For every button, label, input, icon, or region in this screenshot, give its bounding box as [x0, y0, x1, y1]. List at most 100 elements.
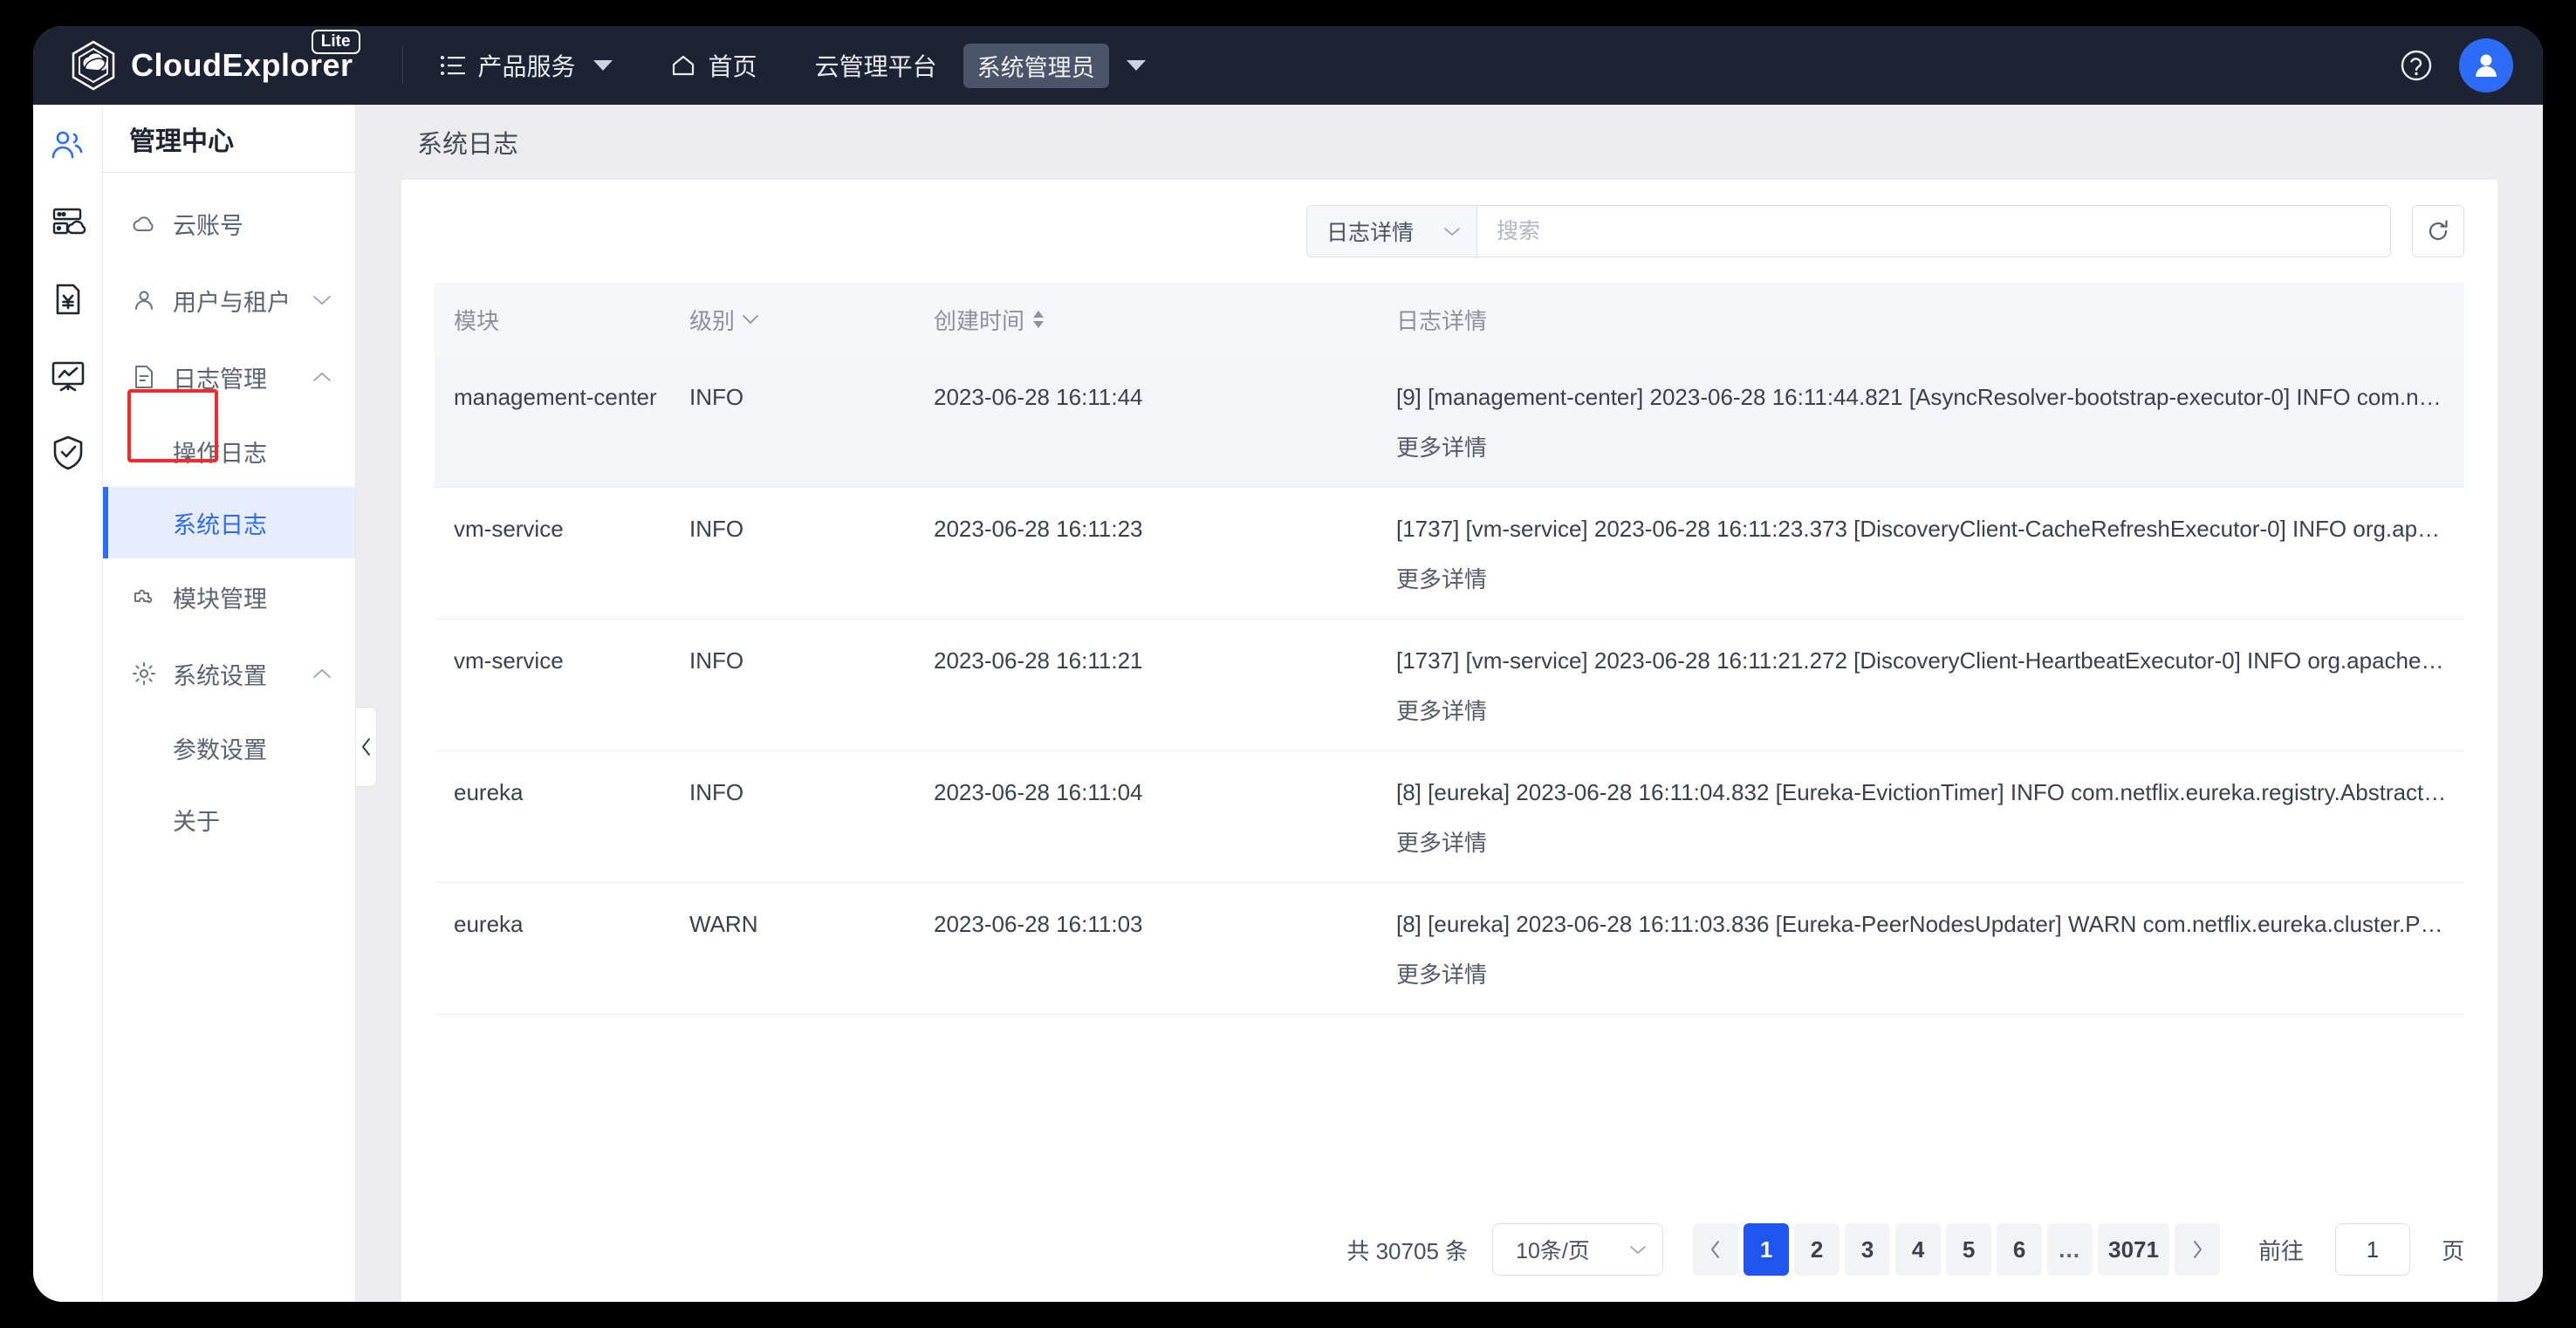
rail-item-monitor[interactable]: [48, 356, 88, 396]
table-head: 模块 级别 创建时间 日志详情: [435, 283, 2464, 356]
question-circle-icon[interactable]: [2398, 47, 2435, 84]
sidebar-item-label: 系统日志: [173, 511, 267, 538]
top-navigation-bar: CloudExplorer Lite 产品服务 首页 云管理平台 系统管理员: [33, 26, 2543, 105]
nav-platform-switcher[interactable]: 云管理平台 系统管理员: [810, 38, 1151, 93]
table-header-row: 模块 级别 创建时间 日志详情: [435, 283, 2464, 356]
cell-detail: [8] [eureka] 2023-06-28 16:11:04.832 [Eu…: [1377, 750, 2464, 883]
sidebar-item-label: 日志管理: [173, 366, 267, 393]
nav-home-label: 首页: [708, 53, 757, 80]
more-detail-link[interactable]: 更多详情: [1396, 411, 2464, 487]
table-row[interactable]: management-center INFO 2023-06-28 16:11:…: [435, 356, 2464, 488]
sidebar-item-users-tenants[interactable]: 用户与租户: [103, 262, 355, 339]
goto-label: 前往: [2257, 1237, 2304, 1264]
column-header-created-time[interactable]: 创建时间: [915, 283, 1377, 356]
cell-level: INFO: [670, 750, 915, 883]
page-button-2[interactable]: 2: [1794, 1223, 1840, 1276]
brand-logo-group[interactable]: CloudExplorer Lite: [66, 30, 360, 92]
page-button-3[interactable]: 3: [1845, 1223, 1891, 1276]
chevron-up-icon: [312, 371, 332, 383]
sidebar-title: 管理中心: [103, 105, 355, 173]
rail-item-users[interactable]: [48, 126, 88, 166]
next-page-button[interactable]: [2174, 1223, 2220, 1276]
sidebar-item-module-management[interactable]: 模块管理: [103, 558, 355, 635]
rail-item-server-cloud[interactable]: [48, 202, 88, 243]
page-button-4[interactable]: 4: [1895, 1223, 1942, 1276]
table-row[interactable]: eureka INFO 2023-06-28 16:11:04 [8] [eur…: [435, 750, 2464, 883]
sidebar-item-label: 关于: [173, 808, 220, 835]
cell-level: INFO: [670, 356, 915, 488]
search-field-select[interactable]: 日志详情: [1305, 205, 1476, 257]
monitor-chart-icon: [51, 361, 84, 392]
user-avatar[interactable]: [2459, 38, 2513, 92]
sidebar-item-parameter-settings[interactable]: 参数设置: [103, 712, 355, 784]
cell-level: INFO: [670, 487, 915, 620]
chevron-down-icon: [1444, 227, 1460, 236]
prev-page-button[interactable]: [1693, 1223, 1739, 1276]
nav-home[interactable]: 首页: [665, 43, 763, 88]
sidebar-item-label: 系统设置: [173, 662, 267, 689]
cell-module: eureka: [435, 750, 670, 883]
more-detail-link[interactable]: 更多详情: [1396, 543, 2464, 619]
table-toolbar: 日志详情: [401, 180, 2497, 283]
log-detail-text: [1737] [vm-service] 2023-06-28 16:11:21.…: [1396, 647, 2463, 674]
sidebar-item-about[interactable]: 关于: [103, 784, 355, 855]
rail-item-security[interactable]: [48, 433, 88, 473]
more-detail-link[interactable]: 更多详情: [1396, 806, 2464, 882]
sidebar-item-operation-log[interactable]: 操作日志: [103, 415, 355, 487]
more-detail-link[interactable]: 更多详情: [1396, 938, 2464, 1014]
table-row[interactable]: vm-service INFO 2023-06-28 16:11:21 [173…: [435, 619, 2464, 751]
sidebar-item-system-log[interactable]: 系统日志: [103, 487, 355, 558]
cloudexplorer-logo-icon: [72, 40, 115, 91]
page-button-last[interactable]: 3071: [2098, 1223, 2169, 1276]
role-badge: 系统管理员: [963, 43, 1109, 88]
table-row[interactable]: vm-service INFO 2023-06-28 16:11:23 [173…: [435, 487, 2464, 620]
table-row[interactable]: eureka WARN 2023-06-28 16:11:03 [8] [eur…: [435, 882, 2464, 1015]
column-header-detail: 日志详情: [1377, 283, 2464, 356]
chevron-down-icon: [593, 60, 613, 71]
rail-item-bill[interactable]: [48, 279, 88, 319]
cell-created: 2023-06-28 16:11:03: [915, 882, 1377, 1015]
document-icon: [129, 365, 159, 389]
cell-detail: [1737] [vm-service] 2023-06-28 16:11:23.…: [1377, 487, 2464, 620]
nav-products-services[interactable]: 产品服务: [435, 43, 618, 88]
user-avatar-icon: [2476, 54, 2497, 77]
column-header-level[interactable]: 级别: [670, 283, 915, 356]
cell-created: 2023-06-28 16:11:04: [915, 750, 1377, 883]
sidebar-item-cloud-account[interactable]: 云账号: [103, 185, 355, 262]
chevron-down-icon: [1630, 1245, 1646, 1254]
list-menu-icon: [440, 56, 465, 75]
page-button-5[interactable]: 5: [1946, 1223, 1992, 1276]
page-button-6[interactable]: 6: [1997, 1223, 2043, 1276]
topbar-divider: [401, 46, 403, 85]
server-cloud-icon: [52, 208, 86, 235]
chevron-left-icon: [1711, 1241, 1720, 1258]
refresh-button[interactable]: [2412, 205, 2464, 257]
log-table: 模块 级别 创建时间 日志详情 management-center INFO 2…: [435, 283, 2464, 1015]
chevron-right-icon: [2193, 1241, 2202, 1258]
sidebar-item-system-settings[interactable]: 系统设置: [103, 635, 355, 712]
body-row: 管理中心 云账号 用户与租户 日志管理 操作日志 系统日志 模块管理 系统设置 …: [33, 105, 2543, 1302]
sidebar-item-label: 操作日志: [173, 440, 267, 467]
chevron-left-icon: [361, 738, 370, 756]
sidebar-menu: 管理中心 云账号 用户与租户 日志管理 操作日志 系统日志 模块管理 系统设置 …: [103, 105, 356, 1302]
log-detail-text: [8] [eureka] 2023-06-28 16:11:04.832 [Eu…: [1396, 779, 2464, 805]
puzzle-icon: [129, 585, 159, 608]
goto-page-input[interactable]: [2334, 1223, 2410, 1276]
lite-badge: Lite: [311, 30, 360, 54]
cell-module: eureka: [435, 882, 670, 1015]
chevron-down-icon: [1126, 60, 1146, 71]
column-label: 创建时间: [934, 307, 1025, 334]
sidebar-item-label: 参数设置: [173, 736, 267, 763]
sidebar-collapse-button[interactable]: [356, 707, 377, 787]
page-number-list: 1 2 3 4 5 6 … 3071: [1693, 1223, 2220, 1276]
page-ellipsis[interactable]: …: [2047, 1223, 2093, 1276]
page-size-select[interactable]: 10条/页: [1492, 1223, 1664, 1276]
total-count-label: 共 30705 条: [1346, 1237, 1469, 1264]
sidebar-item-log-management[interactable]: 日志管理: [103, 339, 355, 415]
refresh-icon: [2429, 220, 2448, 241]
sidebar-item-label: 用户与租户: [173, 289, 291, 316]
page-button-1[interactable]: 1: [1744, 1223, 1790, 1276]
search-input[interactable]: [1476, 205, 2391, 257]
nav-platform-label: 云管理平台: [814, 53, 937, 80]
more-detail-link[interactable]: 更多详情: [1396, 674, 2464, 750]
